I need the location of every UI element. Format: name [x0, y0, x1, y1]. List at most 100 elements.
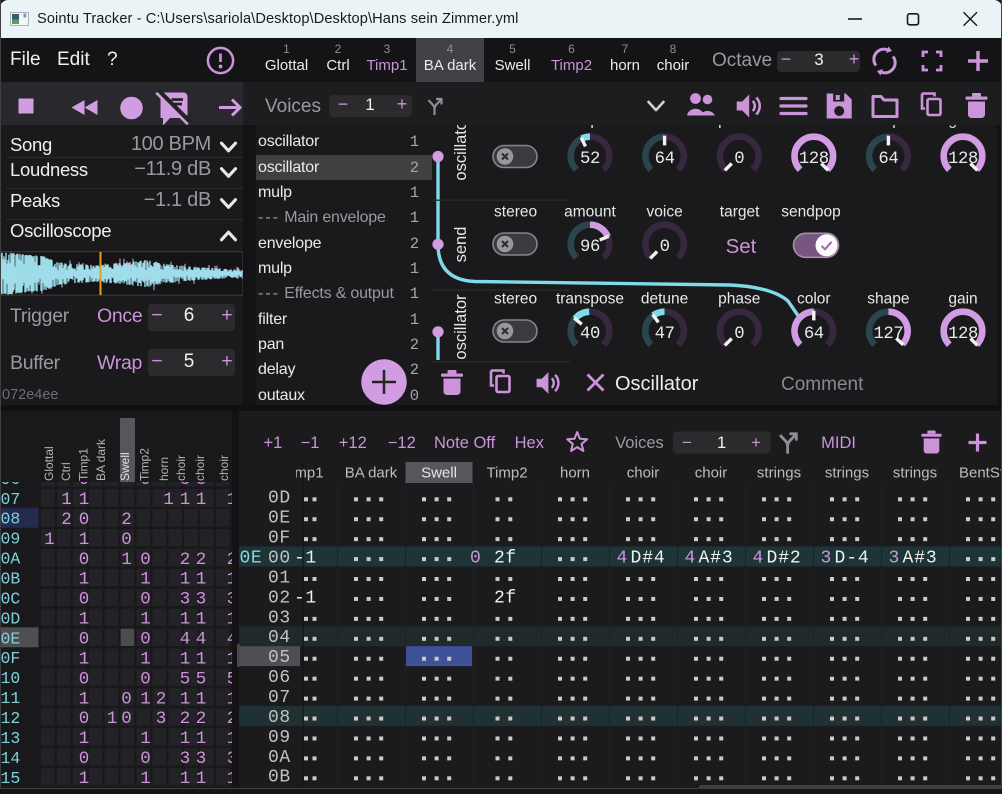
svg-text:stereo: stereo [494, 291, 537, 308]
svg-text:strings: strings [893, 465, 937, 482]
svg-text:1: 1 [180, 649, 191, 669]
svg-text:transpose: transpose [556, 291, 624, 308]
svg-text:2: 2 [180, 709, 191, 729]
svg-text:128: 128 [948, 325, 978, 344]
svg-text:1: 1 [140, 689, 151, 709]
svg-text:2: 2 [196, 709, 207, 729]
svg-text:+1: +1 [263, 434, 282, 452]
svg-text:0: 0 [79, 550, 90, 570]
svg-text:2: 2 [61, 510, 72, 530]
svg-text:0A: 0A [268, 748, 291, 768]
svg-text:3: 3 [180, 590, 191, 610]
svg-text:0: 0 [660, 238, 670, 257]
svg-text:shape: shape [867, 291, 909, 308]
svg-text:sendpop: sendpop [781, 204, 840, 221]
svg-text:send: send [452, 227, 470, 263]
svg-text:0: 0 [79, 709, 90, 729]
svg-text:1: 1 [227, 729, 232, 749]
svg-text:stereo: stereo [494, 125, 537, 129]
svg-text:1: 1 [180, 610, 191, 630]
svg-text:strings: strings [757, 465, 801, 482]
svg-text:0: 0 [121, 709, 132, 729]
svg-text:A#3: A#3 [903, 548, 938, 568]
svg-text:0D: 0D [1, 609, 21, 628]
svg-text:5: 5 [180, 669, 191, 689]
svg-text:128: 128 [799, 150, 829, 169]
svg-text:D#2: D#2 [767, 548, 802, 568]
svg-text:127: 127 [873, 325, 903, 344]
svg-text:47: 47 [655, 325, 675, 344]
svg-text:choir: choir [695, 465, 728, 482]
svg-text:3: 3 [889, 548, 900, 568]
svg-text:1: 1 [121, 550, 132, 570]
svg-text:1: 1 [140, 729, 151, 749]
svg-text:BA dark: BA dark [94, 438, 108, 481]
svg-text:2: 2 [156, 689, 167, 709]
svg-text:Note Off: Note Off [434, 434, 496, 452]
svg-text:08: 08 [1, 510, 21, 529]
svg-text:2: 2 [196, 550, 207, 570]
svg-text:0F: 0F [268, 529, 291, 549]
svg-text:2: 2 [121, 510, 132, 530]
svg-text:1: 1 [227, 490, 232, 510]
svg-text:stereo: stereo [494, 204, 537, 221]
svg-text:1: 1 [140, 610, 151, 630]
svg-text:detune: detune [641, 125, 688, 129]
svg-text:1: 1 [196, 490, 207, 510]
svg-text:0B: 0B [1, 570, 21, 589]
svg-text:64: 64 [655, 150, 675, 169]
svg-text:Swell: Swell [421, 465, 457, 482]
svg-text:0: 0 [470, 548, 481, 568]
svg-text:color: color [797, 125, 831, 129]
svg-text:64: 64 [878, 150, 898, 169]
svg-text:gain: gain [948, 125, 977, 129]
svg-text:transpose: transpose [556, 125, 624, 129]
svg-text:oscillator: oscillator [452, 294, 470, 360]
svg-text:04: 04 [268, 628, 291, 648]
svg-text:Timp1: Timp1 [76, 448, 90, 481]
svg-text:1: 1 [79, 689, 90, 709]
svg-text:BentStr: BentStr [959, 465, 1002, 482]
svg-text:1: 1 [227, 649, 232, 669]
svg-text:1: 1 [196, 729, 207, 749]
svg-text:3: 3 [156, 709, 167, 729]
svg-text:-1: -1 [294, 548, 317, 568]
svg-text:Timp2: Timp2 [486, 465, 527, 482]
svg-text:BA dark: BA dark [345, 465, 398, 482]
svg-text:horn: horn [560, 465, 590, 482]
svg-text:10: 10 [1, 669, 21, 688]
svg-text:0E: 0E [240, 548, 263, 568]
svg-text:05: 05 [268, 648, 291, 668]
svg-text:1: 1 [163, 490, 174, 510]
svg-text:128: 128 [948, 150, 978, 169]
svg-text:choir: choir [193, 455, 207, 481]
svg-text:4: 4 [227, 630, 232, 650]
svg-text:52: 52 [580, 150, 600, 169]
svg-text:1: 1 [79, 610, 90, 630]
svg-text:oscillator: oscillator [452, 125, 470, 181]
svg-text:gain: gain [948, 291, 977, 308]
svg-text:amount: amount [564, 204, 616, 221]
svg-text:Ctrl: Ctrl [59, 462, 73, 481]
svg-text:01: 01 [268, 568, 291, 588]
svg-text:08: 08 [268, 708, 291, 728]
svg-text:1: 1 [180, 570, 191, 590]
svg-text:0: 0 [121, 530, 132, 550]
svg-text:MIDI: MIDI [821, 434, 856, 452]
svg-text:choir: choir [627, 465, 660, 482]
svg-text:0A: 0A [1, 550, 21, 569]
svg-text:1: 1 [717, 434, 726, 452]
svg-text:2f: 2f [494, 548, 517, 568]
svg-text:choir: choir [217, 455, 231, 481]
svg-text:1: 1 [196, 610, 207, 630]
svg-text:color: color [797, 291, 831, 308]
svg-text:0: 0 [79, 590, 90, 610]
svg-text:4: 4 [180, 630, 191, 650]
svg-text:0: 0 [79, 749, 90, 769]
svg-text:Swell: Swell [118, 452, 132, 481]
svg-text:0B: 0B [268, 768, 291, 788]
svg-text:Comment: Comment [781, 374, 864, 395]
svg-text:5: 5 [196, 669, 207, 689]
svg-text:2f: 2f [494, 588, 517, 608]
svg-text:voice: voice [647, 204, 683, 221]
